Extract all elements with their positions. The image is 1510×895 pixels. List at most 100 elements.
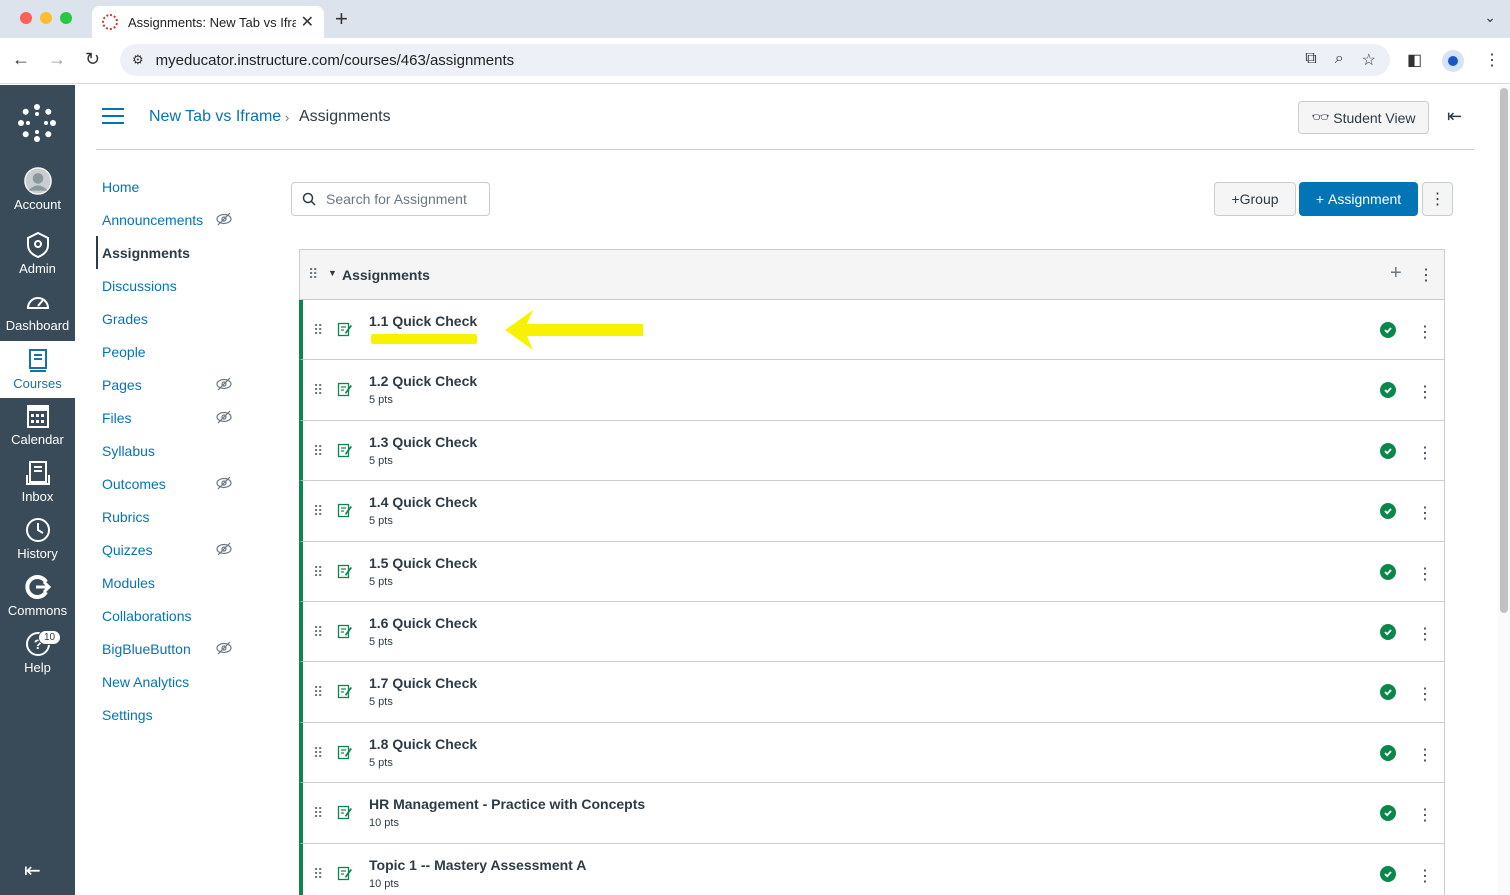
global-nav-dashboard[interactable]: Dashboard <box>0 288 75 345</box>
site-settings-icon[interactable]: ⚙ <box>132 52 144 68</box>
assignment-title[interactable]: 1.6 Quick Check <box>369 615 477 631</box>
course-nav-assignments[interactable]: Assignments <box>96 236 246 269</box>
assignment-row[interactable]: ⠿ 1.8 Quick Check 5 pts ⋮ <box>299 722 1444 784</box>
course-nav-files[interactable]: Files <box>96 401 246 434</box>
course-nav-pages[interactable]: Pages <box>96 368 246 401</box>
assignment-row[interactable]: ⠿ Topic 1 -- Mastery Assessment A 10 pts ⋮ <box>299 843 1444 895</box>
published-check-icon[interactable] <box>1380 322 1396 338</box>
course-nav-new-analytics[interactable]: New Analytics <box>96 665 246 698</box>
assignment-row[interactable]: ⠿ 1.5 Quick Check 5 pts ⋮ <box>299 541 1444 602</box>
assignment-title[interactable]: 1.2 Quick Check <box>369 373 477 389</box>
assignment-row[interactable]: ⠿ 1.7 Quick Check 5 pts ⋮ <box>299 662 1444 723</box>
drag-handle-icon[interactable]: ⠿ <box>313 684 323 701</box>
assignment-row[interactable]: ⠿ 1.6 Quick Check 5 pts ⋮ <box>299 601 1444 663</box>
drag-handle-icon[interactable]: ⠿ <box>313 866 323 883</box>
course-nav-modules[interactable]: Modules <box>96 566 246 599</box>
drag-handle-icon[interactable]: ⠿ <box>313 382 323 399</box>
assignment-options-kebab-icon[interactable]: ⋮ <box>1417 805 1433 825</box>
assignment-options-kebab-icon[interactable]: ⋮ <box>1417 503 1433 523</box>
assignment-title[interactable]: Topic 1 -- Mastery Assessment A <box>369 857 586 873</box>
assignment-options-kebab-icon[interactable]: ⋮ <box>1417 564 1433 584</box>
zoom-icon[interactable]: ⌕ <box>1335 50 1344 70</box>
global-nav-courses[interactable]: Courses <box>0 341 75 398</box>
more-options-button[interactable]: ⋮ <box>1422 182 1453 216</box>
published-check-icon[interactable] <box>1380 805 1396 822</box>
assignment-options-kebab-icon[interactable]: ⋮ <box>1417 745 1433 765</box>
global-nav-admin[interactable]: Admin <box>0 231 75 288</box>
new-tab-icon[interactable]: + <box>335 6 348 32</box>
global-nav-calendar[interactable]: Calendar <box>0 402 75 459</box>
search-input[interactable] <box>326 191 486 207</box>
assignment-row[interactable]: ⠿ 1.2 Quick Check 5 pts ⋮ <box>299 360 1444 421</box>
forward-arrow-icon[interactable]: → <box>48 49 66 70</box>
published-check-icon[interactable] <box>1380 442 1396 459</box>
drag-handle-icon[interactable]: ⠿ <box>313 443 323 460</box>
published-check-icon[interactable] <box>1380 563 1396 580</box>
assignment-options-kebab-icon[interactable]: ⋮ <box>1417 866 1433 886</box>
breadcrumb-course[interactable]: New Tab vs Iframe <box>149 108 281 126</box>
close-window-button[interactable] <box>20 12 32 24</box>
published-check-icon[interactable] <box>1380 744 1396 761</box>
assignment-options-kebab-icon[interactable]: ⋮ <box>1417 624 1433 644</box>
reload-icon[interactable]: ↻ <box>85 49 100 70</box>
global-nav-history[interactable]: History <box>0 516 75 573</box>
student-view-button[interactable]: 👓︎ Student View <box>1298 101 1429 134</box>
course-nav-bigbluebutton[interactable]: BigBlueButton <box>96 632 246 665</box>
add-assignment-button[interactable]: + Assignment <box>1299 182 1418 216</box>
assignment-row[interactable]: ⠿ 1.4 Quick Check 5 pts ⋮ <box>299 481 1444 542</box>
drag-handle-icon[interactable]: ⠿ <box>313 745 323 762</box>
assignment-group-header[interactable]: ⠿ ▼ Assignments + ⋮ <box>300 250 1444 300</box>
published-check-icon[interactable] <box>1380 503 1396 520</box>
collapse-caret-icon[interactable]: ▼ <box>328 268 337 278</box>
global-nav-account[interactable]: Account <box>0 167 75 224</box>
course-nav-quizzes[interactable]: Quizzes <box>96 533 246 566</box>
published-check-icon[interactable] <box>1380 684 1396 701</box>
course-nav-announcements[interactable]: Announcements <box>96 203 246 236</box>
browser-tab[interactable]: Assignments: New Tab vs Ifra ✕ <box>92 6 324 38</box>
install-app-icon[interactable]: ⧉ <box>1305 50 1316 70</box>
minimize-window-button[interactable] <box>40 12 52 24</box>
group-options-kebab-icon[interactable]: ⋮ <box>1418 265 1434 285</box>
assignment-title[interactable]: 1.7 Quick Check <box>369 675 477 691</box>
assignment-title[interactable]: 1.3 Quick Check <box>369 434 477 450</box>
course-nav-syllabus[interactable]: Syllabus <box>96 434 246 467</box>
assignment-options-kebab-icon[interactable]: ⋮ <box>1417 322 1433 342</box>
published-check-icon[interactable] <box>1380 382 1396 399</box>
add-group-button[interactable]: + Group <box>1214 182 1296 216</box>
drag-handle-icon[interactable]: ⠿ <box>313 805 323 822</box>
profile-avatar-icon[interactable] <box>1442 50 1464 72</box>
course-nav-grades[interactable]: Grades <box>96 302 246 335</box>
collapse-sidebar-icon[interactable]: ⇤ <box>1447 106 1462 127</box>
drag-handle-icon[interactable]: ⠿ <box>308 266 318 283</box>
course-nav-outcomes[interactable]: Outcomes <box>96 467 246 500</box>
assignment-row[interactable]: ⠿ 1.3 Quick Check 5 pts ⋮ <box>299 420 1444 482</box>
add-to-group-icon[interactable]: + <box>1390 262 1402 285</box>
assignment-title[interactable]: 1.8 Quick Check <box>369 736 477 752</box>
course-nav-collaborations[interactable]: Collaborations <box>96 599 246 632</box>
maximize-window-button[interactable] <box>60 12 72 24</box>
published-check-icon[interactable] <box>1380 623 1396 640</box>
drag-handle-icon[interactable]: ⠿ <box>313 322 323 339</box>
course-nav-settings[interactable]: Settings <box>96 698 246 731</box>
course-nav-home[interactable]: Home <box>96 170 246 203</box>
assignment-options-kebab-icon[interactable]: ⋮ <box>1417 684 1433 704</box>
assignment-row[interactable]: ⠿ 1.1 Quick Check ⋮ <box>299 300 1444 361</box>
page-scrollbar[interactable] <box>1498 85 1510 895</box>
address-bar[interactable]: ⚙ myeducator.instructure.com/courses/463… <box>120 44 1390 76</box>
global-nav-inbox[interactable]: Inbox <box>0 459 75 516</box>
assignment-row[interactable]: ⠿ HR Management - Practice with Concepts 1… <box>299 783 1444 844</box>
back-arrow-icon[interactable]: ← <box>12 49 30 70</box>
course-menu-toggle-icon[interactable] <box>102 108 124 124</box>
assignment-options-kebab-icon[interactable]: ⋮ <box>1417 382 1433 402</box>
assignment-options-kebab-icon[interactable]: ⋮ <box>1417 443 1433 463</box>
tab-close-icon[interactable]: ✕ <box>301 12 314 32</box>
global-nav-help[interactable]: ? 10 Help <box>0 630 75 687</box>
assignment-title[interactable]: 1.4 Quick Check <box>369 494 477 510</box>
assignment-title[interactable]: HR Management - Practice with Concepts <box>369 796 645 812</box>
collapse-nav-icon[interactable]: ⇤ <box>24 858 41 883</box>
course-nav-rubrics[interactable]: Rubrics <box>96 500 246 533</box>
drag-handle-icon[interactable]: ⠿ <box>313 503 323 520</box>
scrollbar-thumb[interactable] <box>1500 88 1508 613</box>
drag-handle-icon[interactable]: ⠿ <box>313 564 323 581</box>
tab-search-chevron-icon[interactable]: ⌄ <box>1484 9 1496 26</box>
